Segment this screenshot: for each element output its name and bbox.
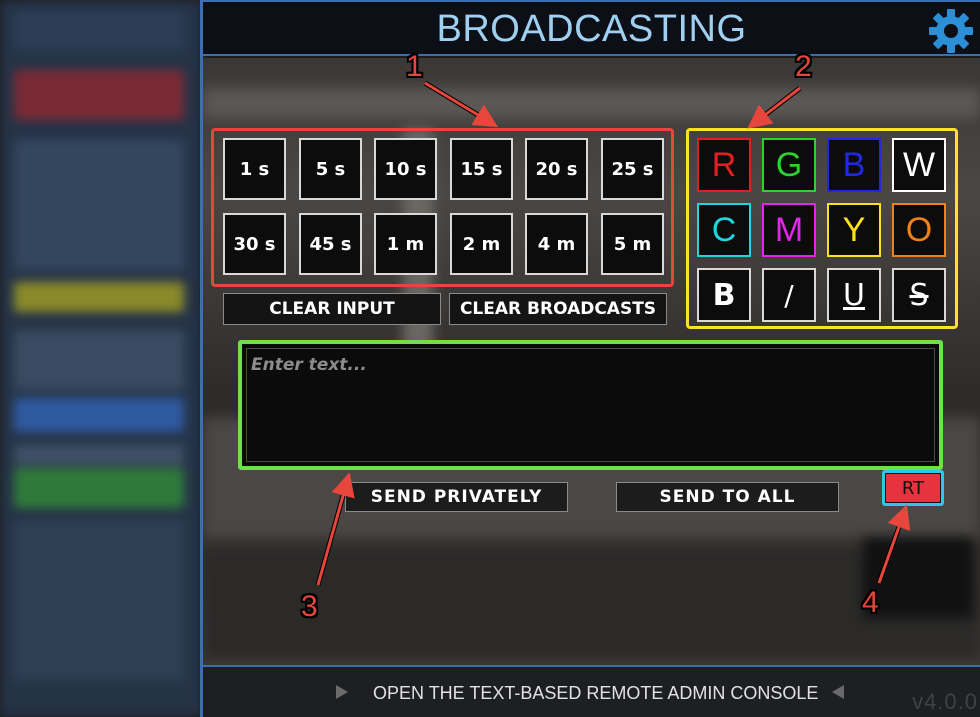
broadcast-text-input[interactable] — [247, 349, 934, 461]
sidebar-blurred — [0, 0, 202, 717]
gear-icon[interactable] — [926, 6, 976, 56]
header-bar: BROADCASTING — [203, 0, 980, 56]
annotation-number-3: 3 — [301, 590, 318, 623]
text-input-wrapper — [246, 348, 935, 462]
strikethrough-button[interactable]: S — [892, 268, 946, 322]
version-label: v4.0.0 — [912, 689, 978, 714]
duration-button-20s[interactable]: 20 s — [525, 138, 588, 200]
duration-button-10s[interactable]: 10 s — [374, 138, 437, 200]
color-magenta-button[interactable]: M — [762, 203, 816, 257]
broadcast-text-area — [238, 340, 943, 470]
color-blue-button[interactable]: B — [827, 138, 881, 192]
page-title: BROADCASTING — [436, 8, 747, 50]
send-to-all-button[interactable]: SEND TO ALL — [616, 482, 839, 512]
color-cyan-button[interactable]: C — [697, 203, 751, 257]
annotation-number-1: 1 — [406, 50, 423, 83]
duration-button-15s[interactable]: 15 s — [450, 138, 513, 200]
arrow-right-icon — [336, 685, 348, 699]
color-red-button[interactable]: R — [697, 138, 751, 192]
duration-button-5s[interactable]: 5 s — [299, 138, 362, 200]
color-orange-button[interactable]: O — [892, 203, 946, 257]
duration-button-5m[interactable]: 5 m — [601, 213, 664, 275]
duration-button-45s[interactable]: 45 s — [299, 213, 362, 275]
footer-bar: OPEN THE TEXT-BASED REMOTE ADMIN CONSOLE… — [203, 665, 980, 717]
bold-button[interactable]: B — [697, 268, 751, 322]
remote-admin-console-link[interactable]: OPEN THE TEXT-BASED REMOTE ADMIN CONSOLE — [373, 683, 818, 704]
duration-button-30s[interactable]: 30 s — [223, 213, 286, 275]
rt-button[interactable]: RT — [885, 473, 941, 503]
color-white-button[interactable]: W — [892, 138, 946, 192]
clear-input-button[interactable]: CLEAR INPUT — [223, 293, 441, 325]
duration-button-25s[interactable]: 25 s — [601, 138, 664, 200]
annotation-number-2: 2 — [795, 50, 812, 83]
duration-button-4m[interactable]: 4 m — [525, 213, 588, 275]
duration-button-1s[interactable]: 1 s — [223, 138, 286, 200]
italic-button[interactable]: / — [762, 268, 816, 322]
clear-broadcasts-button[interactable]: CLEAR BROADCASTS — [449, 293, 667, 325]
color-green-button[interactable]: G — [762, 138, 816, 192]
duration-button-2m[interactable]: 2 m — [450, 213, 513, 275]
color-yellow-button[interactable]: Y — [827, 203, 881, 257]
underline-button[interactable]: U — [827, 268, 881, 322]
duration-button-1m[interactable]: 1 m — [374, 213, 437, 275]
send-privately-button[interactable]: SEND PRIVATELY — [345, 482, 568, 512]
arrow-left-icon — [832, 685, 844, 699]
annotation-number-4: 4 — [862, 586, 879, 619]
